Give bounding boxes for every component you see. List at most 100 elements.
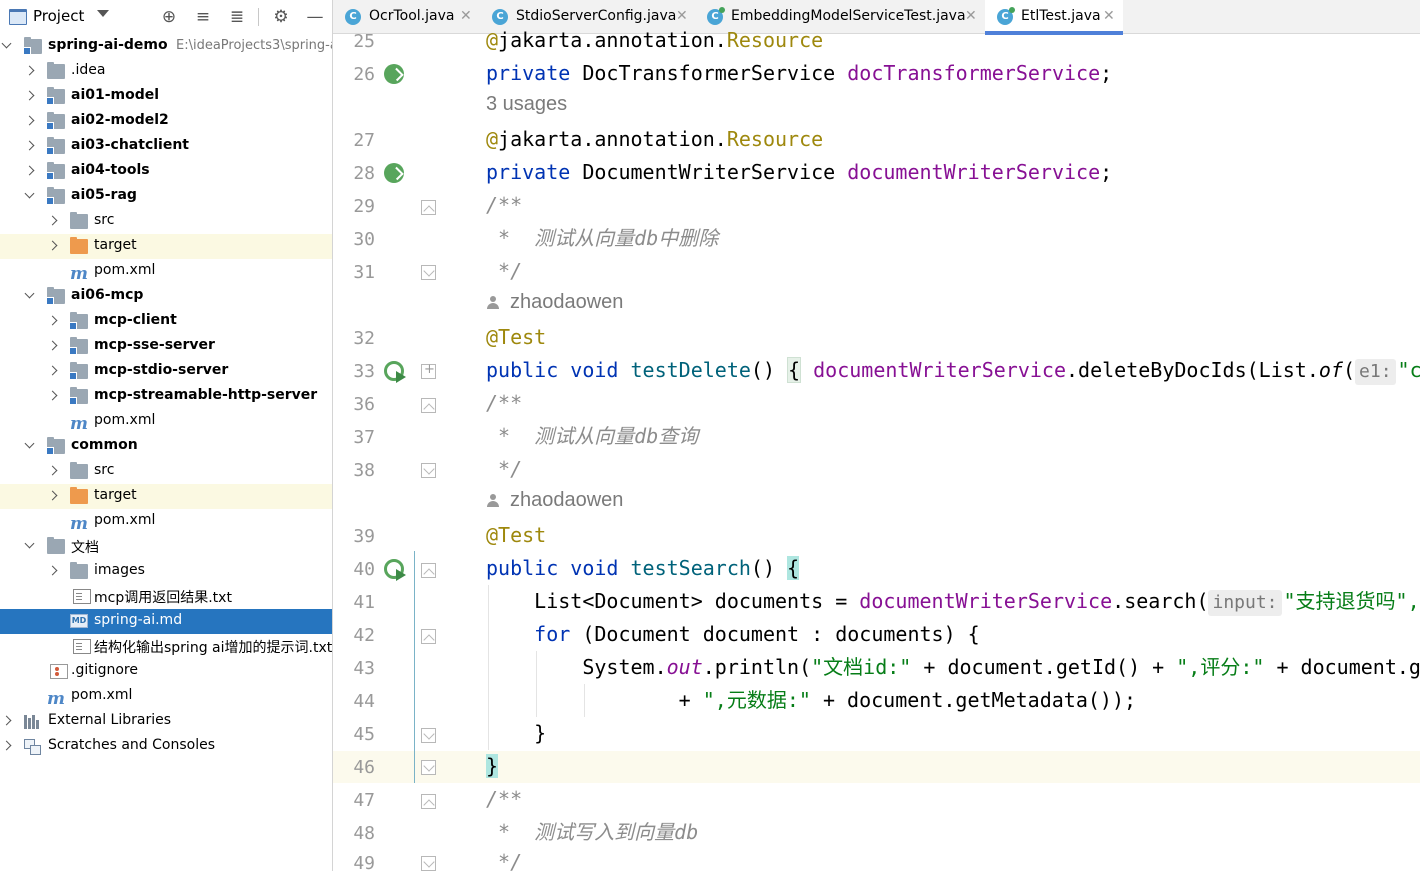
tree-item-mcp-stdio-server[interactable]: mcp-stdio-server [0, 359, 332, 384]
tree-item-mcp调用返回结果-txt[interactable]: mcp调用返回结果.txt [0, 584, 332, 609]
fold-close-icon[interactable] [421, 856, 436, 871]
chevron-right-icon[interactable] [47, 315, 58, 326]
code-comment[interactable]: */ [486, 255, 522, 288]
tree-item-pom-xml[interactable]: m pom.xml [0, 509, 332, 534]
code-line[interactable]: public void testDelete() { documentWrite… [486, 354, 1420, 387]
code-line[interactable]: } [486, 717, 546, 750]
code-line[interactable]: private DocTransformerService docTransfo… [486, 57, 1112, 90]
code-comment[interactable]: * 测试从向量db查询 [486, 420, 698, 453]
tree-item-target[interactable]: target [0, 484, 332, 509]
tree-item-ai06-mcp[interactable]: ai06-mcp [0, 284, 332, 309]
chevron-down-icon[interactable] [24, 538, 35, 549]
collapse-all-icon[interactable]: ≣ [227, 7, 247, 27]
author-hint[interactable]: zhaodaowen [486, 489, 623, 512]
code-annotation[interactable]: @Test [486, 321, 546, 354]
code-line[interactable]: for (Document document : documents) { [486, 618, 980, 651]
tree-item-ai05-rag[interactable]: ai05-rag [0, 184, 332, 209]
fold-close-icon[interactable] [421, 728, 436, 743]
minimize-icon[interactable]: — [305, 7, 325, 27]
chevron-right-icon[interactable] [47, 215, 58, 226]
folded-block[interactable]: { [787, 357, 802, 383]
fold-close-icon[interactable] [421, 463, 436, 478]
chevron-down-icon[interactable] [24, 288, 35, 299]
code-line[interactable]: private DocumentWriterService documentWr… [486, 156, 1112, 189]
tree-item-文档[interactable]: 文档 [0, 534, 332, 559]
usages-hint[interactable]: 3 usages [486, 93, 567, 116]
chevron-right-icon[interactable] [47, 565, 58, 576]
code-line[interactable]: + ",元数据:" + document.getMetadata()); [486, 684, 1136, 717]
code-line[interactable]: @jakarta.annotation.Resource [486, 123, 823, 156]
tree-item-external-libraries[interactable]: External Libraries [0, 709, 332, 734]
fold-open-icon[interactable] [421, 563, 436, 578]
code-line[interactable]: List<Document> documents = documentWrite… [486, 585, 1420, 618]
chevron-right-icon[interactable] [1, 740, 12, 751]
tree-item-src[interactable]: src [0, 459, 332, 484]
tree-item-pom-xml[interactable]: m pom.xml [0, 409, 332, 434]
chevron-down-icon[interactable] [1, 38, 12, 49]
bean-injection-icon[interactable] [384, 163, 404, 183]
tree-item-spring-ai-demo[interactable]: spring-ai-demo E:\ideaProjects3\spring-a [0, 34, 332, 59]
chevron-right-icon[interactable] [47, 390, 58, 401]
fold-open-icon[interactable] [421, 398, 436, 413]
chevron-right-icon[interactable] [47, 365, 58, 376]
code-line[interactable]: } [486, 750, 499, 783]
fold-open-icon[interactable] [421, 629, 436, 644]
code-comment[interactable]: * 测试写入到向量db [486, 816, 698, 849]
chevron-down-icon[interactable] [97, 10, 109, 17]
chevron-right-icon[interactable] [24, 65, 35, 76]
chevron-right-icon[interactable] [47, 465, 58, 476]
run-test-icon[interactable] [384, 559, 406, 581]
tree-item-pom-xml[interactable]: m pom.xml [0, 684, 332, 709]
close-icon[interactable]: ✕ [1103, 8, 1115, 24]
locate-icon[interactable]: ⊕ [159, 7, 179, 27]
tree-item-spring-ai-md[interactable]: MD spring-ai.md [0, 609, 332, 634]
tree-item-mcp-client[interactable]: mcp-client [0, 309, 332, 334]
author-hint[interactable]: zhaodaowen [486, 291, 623, 314]
tab-etltest[interactable]: C EtlTest.java ✕ [985, 0, 1123, 35]
fold-expand-icon[interactable] [421, 362, 436, 379]
tree-item-ai02-model2[interactable]: ai02-model2 [0, 109, 332, 134]
run-test-icon[interactable] [384, 361, 406, 383]
tree-item-target[interactable]: target [0, 234, 332, 259]
code-line[interactable]: public void testSearch() { [486, 552, 800, 585]
chevron-down-icon[interactable] [24, 188, 35, 199]
tree-item-src[interactable]: src [0, 209, 332, 234]
close-icon[interactable]: ✕ [460, 8, 472, 24]
bean-injection-icon[interactable] [384, 64, 404, 84]
fold-open-icon[interactable] [421, 794, 436, 809]
code-comment[interactable]: * 测试从向量db中删除 [486, 222, 718, 255]
chevron-right-icon[interactable] [24, 115, 35, 126]
expand-all-icon[interactable]: ≡ [193, 7, 213, 27]
tree-item-ai03-chatclient[interactable]: ai03-chatclient [0, 134, 332, 159]
close-icon[interactable]: ✕ [965, 8, 977, 24]
tree-item-common[interactable]: common [0, 434, 332, 459]
tab-ocrtool[interactable]: C OcrTool.java ✕ [333, 0, 480, 34]
tree-item-mcp-sse-server[interactable]: mcp-sse-server [0, 334, 332, 359]
code-comment[interactable]: /** [486, 189, 522, 222]
project-view-label[interactable]: Project [33, 7, 84, 25]
code-comment[interactable]: /** [486, 387, 522, 420]
code-comment[interactable]: */ [486, 846, 522, 871]
tree-item-pom-xml[interactable]: m pom.xml [0, 259, 332, 284]
chevron-right-icon[interactable] [47, 340, 58, 351]
code-annotation[interactable]: @Test [486, 519, 546, 552]
chevron-right-icon[interactable] [47, 490, 58, 501]
tree-item-mcp-streamable-http-server[interactable]: mcp-streamable-http-server [0, 384, 332, 409]
fold-close-icon[interactable] [421, 265, 436, 280]
chevron-right-icon[interactable] [24, 90, 35, 101]
fold-open-icon[interactable] [421, 200, 436, 215]
tree-item-images[interactable]: images [0, 559, 332, 584]
fold-close-icon[interactable] [421, 760, 436, 775]
tree-item-gitignore[interactable]: .gitignore [0, 659, 332, 684]
chevron-right-icon[interactable] [1, 715, 12, 726]
code-comment[interactable]: */ [486, 453, 522, 486]
tree-item-ai01-model[interactable]: ai01-model [0, 84, 332, 109]
chevron-right-icon[interactable] [24, 165, 35, 176]
gear-icon[interactable]: ⚙ [271, 7, 291, 27]
tree-item-结构化输出spring-ai增加的提示词-txt[interactable]: 结构化输出spring ai增加的提示词.txt [0, 634, 332, 659]
chevron-right-icon[interactable] [47, 240, 58, 251]
tree-item-ai04-tools[interactable]: ai04-tools [0, 159, 332, 184]
close-icon[interactable]: ✕ [676, 8, 688, 24]
tree-item-idea[interactable]: .idea [0, 59, 332, 84]
tree-item-scratches-and-consoles[interactable]: Scratches and Consoles [0, 734, 332, 759]
